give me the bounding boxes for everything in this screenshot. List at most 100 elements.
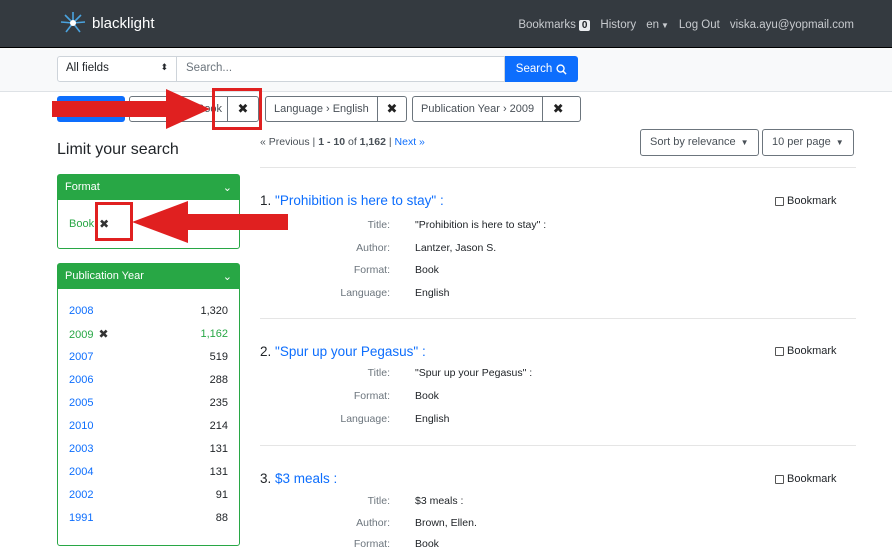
facet-year-header[interactable]: Publication Year ⌄	[58, 264, 239, 289]
meta-key: Language:	[340, 287, 390, 299]
bookmark-checkbox[interactable]	[775, 346, 784, 356]
facet-year-item[interactable]: 2004 131	[58, 460, 239, 483]
constraint-publication-year: Publication Year › 2009 ✖	[412, 96, 581, 122]
facet-year-count: 519	[209, 350, 228, 363]
search-field-select[interactable]: All fields ⬍	[57, 56, 177, 82]
user-email-link[interactable]: viska.ayu@yopmail.com	[730, 19, 854, 31]
sort-dropdown[interactable]: Sort by relevance ▼	[640, 129, 759, 156]
next-link[interactable]: Next »	[395, 136, 425, 148]
language-dropdown[interactable]: en ▼	[646, 19, 669, 31]
bookmark-toggle[interactable]: Bookmark	[775, 473, 837, 485]
meta-value: Lantzer, Jason S.	[415, 242, 497, 254]
facet-year-value: 2009	[69, 328, 94, 341]
result-title-1: 1. "Prohibition is here to stay" :	[260, 193, 444, 208]
divider	[260, 167, 856, 168]
bookmark-checkbox[interactable]	[775, 474, 784, 484]
result-title-link[interactable]: $3 meals :	[275, 471, 337, 486]
facet-year-item-selected: 2009 ✖ 1,162	[58, 322, 239, 345]
meta-key: Title:	[367, 367, 390, 379]
annotation-highlight-box	[212, 88, 262, 130]
bookmarks-link[interactable]: Bookmarks 0	[518, 19, 591, 31]
range-separator: -	[326, 136, 331, 148]
facet-format-heading: Format	[65, 181, 100, 193]
meta-key: Format:	[353, 264, 390, 276]
bookmark-toggle[interactable]: Bookmark	[775, 195, 837, 207]
search-button[interactable]: Search	[505, 56, 578, 82]
result-title-link[interactable]: "Prohibition is here to stay" :	[275, 193, 444, 208]
facet-publication-year: Publication Year ⌄ 2008 1,320 2009 ✖ 1,162 …	[57, 263, 240, 546]
facet-year-item[interactable]: 2006 288	[58, 368, 239, 391]
constraint-year-label: Publication Year › 2009	[413, 97, 544, 121]
chevron-down-icon: ⌄	[222, 182, 232, 194]
previous-link: « Previous	[260, 136, 310, 148]
facet-year-label: 2007	[69, 350, 94, 363]
facet-format-header[interactable]: Format ⌄	[58, 175, 239, 200]
facet-year-item[interactable]: 2005 235	[58, 391, 239, 414]
facet-year-item[interactable]: 2002 91	[58, 483, 239, 506]
language-label: en	[646, 19, 659, 31]
pager-separator: |	[388, 136, 392, 148]
constraint-language-english: Language › English ✖	[265, 96, 407, 122]
total-count: 1,162	[359, 136, 386, 148]
meta-key: Format:	[353, 538, 390, 550]
history-link[interactable]: History	[600, 19, 636, 31]
bookmark-label: Bookmark	[787, 345, 837, 357]
per-page-dropdown[interactable]: 10 per page ▼	[762, 129, 854, 156]
facet-year-label: 2010	[69, 419, 94, 432]
facet-year-item[interactable]: 2010 214	[58, 414, 239, 437]
bookmark-toggle[interactable]: Bookmark	[775, 345, 837, 357]
facet-year-item[interactable]: 2008 1,320	[58, 299, 239, 322]
facet-year-list: 2008 1,320 2009 ✖ 1,162 2007 519 2006 288 200…	[58, 299, 239, 529]
result-number: 3.	[260, 471, 272, 486]
meta-value: $3 meals :	[415, 495, 464, 507]
caret-down-icon: ▼	[835, 138, 844, 147]
facet-year-count: 235	[209, 396, 228, 409]
meta-value: English	[415, 413, 450, 425]
result-title-2: 2. "Spur up your Pegasus" :	[260, 344, 426, 359]
brand-logo[interactable]: blacklight	[60, 11, 155, 35]
result-title-link[interactable]: "Spur up your Pegasus" :	[275, 344, 426, 359]
bookmark-label: Bookmark	[787, 473, 837, 485]
top-navbar: blacklight Bookmarks 0 History en ▼ Log Ou…	[0, 0, 892, 48]
facet-year-label: 2002	[69, 488, 94, 501]
bookmarks-count-badge: 0	[578, 20, 591, 31]
meta-key: Author:	[356, 242, 390, 254]
facet-year-count: 88	[215, 511, 228, 524]
logout-link[interactable]: Log Out	[679, 19, 720, 31]
bookmark-label: Bookmark	[787, 195, 837, 207]
meta-key: Title:	[367, 219, 390, 231]
caret-down-icon: ▼	[660, 21, 669, 30]
pagination-info: « Previous | 1 - 10 of 1,162 | Next »	[260, 136, 425, 148]
facet-format-value: Book	[69, 217, 95, 230]
remove-constraint-year-icon[interactable]: ✖	[543, 97, 573, 121]
search-button-label: Search	[515, 63, 553, 75]
meta-value: "Spur up your Pegasus" :	[415, 367, 533, 379]
facet-year-count: 214	[209, 419, 228, 432]
remove-constraint-language-icon[interactable]: ✖	[378, 97, 406, 121]
select-arrows-icon: ⬍	[160, 62, 168, 72]
range-end: 10	[333, 136, 346, 148]
facet-year-count: 131	[209, 465, 228, 478]
facet-year-item[interactable]: 2003 131	[58, 437, 239, 460]
meta-value: Brown, Ellen.	[415, 517, 477, 529]
facet-year-count: 288	[209, 373, 228, 386]
search-input[interactable]: Search...	[177, 56, 505, 82]
meta-key: Author:	[356, 517, 390, 529]
divider	[260, 445, 856, 446]
facet-year-item[interactable]: 2007 519	[58, 345, 239, 368]
annotation-highlight-box-facet	[95, 202, 133, 241]
chevron-down-icon: ⌄	[222, 271, 232, 283]
facet-year-label: 1991	[69, 511, 94, 524]
meta-value: Book	[415, 538, 439, 550]
meta-key: Title:	[367, 495, 390, 507]
bookmark-checkbox[interactable]	[775, 196, 784, 206]
facet-year-heading: Publication Year	[65, 270, 144, 282]
per-page-label: 10 per page	[772, 136, 831, 148]
facet-year-label: 2009 ✖	[69, 327, 109, 341]
meta-key: Format:	[353, 390, 390, 402]
pager-separator: |	[312, 136, 316, 148]
meta-value: Book	[415, 390, 439, 402]
search-bar: All fields ⬍ Search... Search	[0, 48, 892, 92]
remove-facet-year-icon[interactable]: ✖	[98, 327, 108, 341]
facet-year-item[interactable]: 1991 88	[58, 506, 239, 529]
